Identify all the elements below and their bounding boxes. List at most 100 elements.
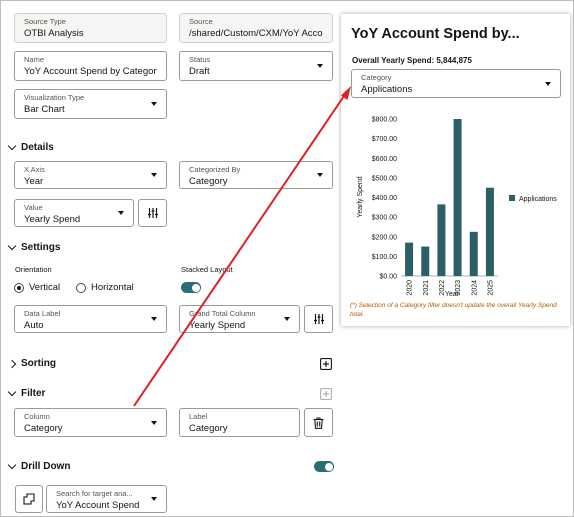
x-tick-label: 2021 [423,280,430,296]
chevron-down-icon [545,81,551,86]
y-tick-label: $100.00 [372,254,397,261]
y-tick-label: $700.00 [372,136,397,143]
categorized-by-value: Category [189,176,228,187]
chevron-down-icon [7,141,17,151]
filter-section-header[interactable]: Filter [7,387,45,399]
x-axis-select[interactable]: X Axis Year [14,161,167,189]
drill-down-toggle[interactable] [314,461,334,472]
value-value: Yearly Spend [24,214,81,225]
name-label: Name [24,55,45,64]
details-section-header[interactable]: Details [7,141,54,153]
visualization-type-value: Bar Chart [24,104,65,115]
orientation-vertical-radio[interactable]: Vertical [14,282,60,293]
preview-category-select[interactable]: Category Applications [351,69,561,98]
x-axis-value: Year [24,176,44,187]
grand-total-format-button[interactable] [304,305,333,333]
preview-category-label: Category [361,73,392,82]
status-label: Status [189,55,211,64]
chart-preview-panel: YoY Account Spend by... Overall Yearly S… [341,14,570,326]
overall-yearly-spend: Overall Yearly Spend: 5,844,875 [352,56,472,65]
value-select[interactable]: Value Yearly Spend [14,199,134,227]
visualization-type-label: Visualization Type [24,93,85,102]
value-format-button[interactable] [138,199,167,227]
y-tick-label: $500.00 [372,175,397,182]
chevron-down-icon [151,497,157,501]
horizontal-label: Horizontal [91,282,134,293]
chevron-down-icon [284,317,290,321]
grand-total-value: Yearly Spend [189,320,246,331]
drill-target-search[interactable]: Search for target ana... YoY Account Spe… [46,485,167,513]
filter-label-value: Category [189,423,228,434]
source-type-label: Source Type [24,17,66,26]
categorized-by-select[interactable]: Categorized By Category [179,161,333,189]
status-value: Draft [189,66,210,77]
source-type-field: Source Type OTBI Analysis [14,13,167,43]
sliders-icon [147,208,158,218]
visualization-type-select[interactable]: Visualization Type Bar Chart [14,89,167,119]
filter-label-label: Label [189,412,208,421]
filter-label-input[interactable]: Label Category [179,408,300,437]
preview-category-value: Applications [361,84,413,95]
drill-target-button[interactable] [15,485,43,513]
sorting-section-header[interactable]: Sorting [7,358,56,369]
x-tick-label: 2025 [487,280,494,296]
drill-down-title: Drill Down [21,461,71,472]
filter-note: (*) Selection of a Category filter doesn… [350,302,557,318]
grand-total-select[interactable]: Grand Total Column Yearly Spend [179,305,300,333]
chevron-down-icon [7,387,17,397]
chevron-down-icon [151,420,157,425]
drill-down-section-header[interactable]: Drill Down [7,460,71,472]
add-sort-icon[interactable] [320,358,332,370]
bar-2022 [437,204,446,276]
chevron-down-icon [151,317,157,321]
source-path-field: Source /shared/Custom/CXM/YoY Acco [179,13,333,43]
chevron-down-icon [317,173,323,177]
bar-2021 [421,246,430,276]
chevron-down-icon [118,211,124,215]
vertical-label: Vertical [29,282,61,293]
x-tick-label: 2020 [407,280,414,296]
details-title: Details [21,142,54,153]
filter-column-select[interactable]: Column Category [14,408,167,437]
chevron-down-icon [317,64,323,68]
data-label-select[interactable]: Data Label Auto [14,305,167,333]
source-path-label: Source [189,17,213,26]
y-tick-label: $600.00 [372,156,397,163]
settings-section-header[interactable]: Settings [7,241,60,253]
bar-2023 [453,119,462,276]
chevron-down-icon [7,241,17,251]
sliders-icon [313,314,324,324]
stacked-layout-toggle[interactable] [181,282,201,293]
grand-total-label: Grand Total Column [189,309,256,318]
y-tick-label: $800.00 [372,117,397,124]
orientation-horizontal-radio[interactable]: Horizontal [76,282,134,293]
chevron-down-icon [7,460,17,470]
bar-2020 [405,242,414,276]
delete-filter-button[interactable] [304,408,333,437]
x-tick-label: 2024 [471,280,478,296]
legend-label: Applications [519,196,557,203]
value-label: Value [24,203,43,212]
trash-icon [313,416,324,429]
x-axis-label: X Axis [24,165,45,174]
data-label-value: Auto [24,320,44,331]
categorized-by-label: Categorized By [189,165,241,174]
preview-title: YoY Account Spend by... [351,26,520,42]
legend-swatch [509,195,515,201]
data-label-label: Data Label [24,309,61,318]
source-path-value: /shared/Custom/CXM/YoY Acco [189,28,323,39]
y-axis-title: Yearly Spend [357,176,364,217]
chevron-right-icon [7,359,17,368]
y-tick-label: $200.00 [372,234,397,241]
name-input[interactable]: Name YoY Account Spend by Category [14,51,167,81]
y-tick-label: $0.00 [379,274,397,281]
status-select[interactable]: Status Draft [179,51,333,81]
chevron-down-icon [151,173,157,177]
bar-2024 [469,231,478,276]
bar-2025 [485,187,494,276]
add-filter-icon[interactable] [320,388,332,400]
orientation-label: Orientation [15,265,52,274]
filter-column-value: Category [24,423,63,434]
source-type-value: OTBI Analysis [24,28,84,39]
bar-chart: $0.00 $100.00 $200.00 $300.00 $400.00 $500.00… [357,117,557,299]
